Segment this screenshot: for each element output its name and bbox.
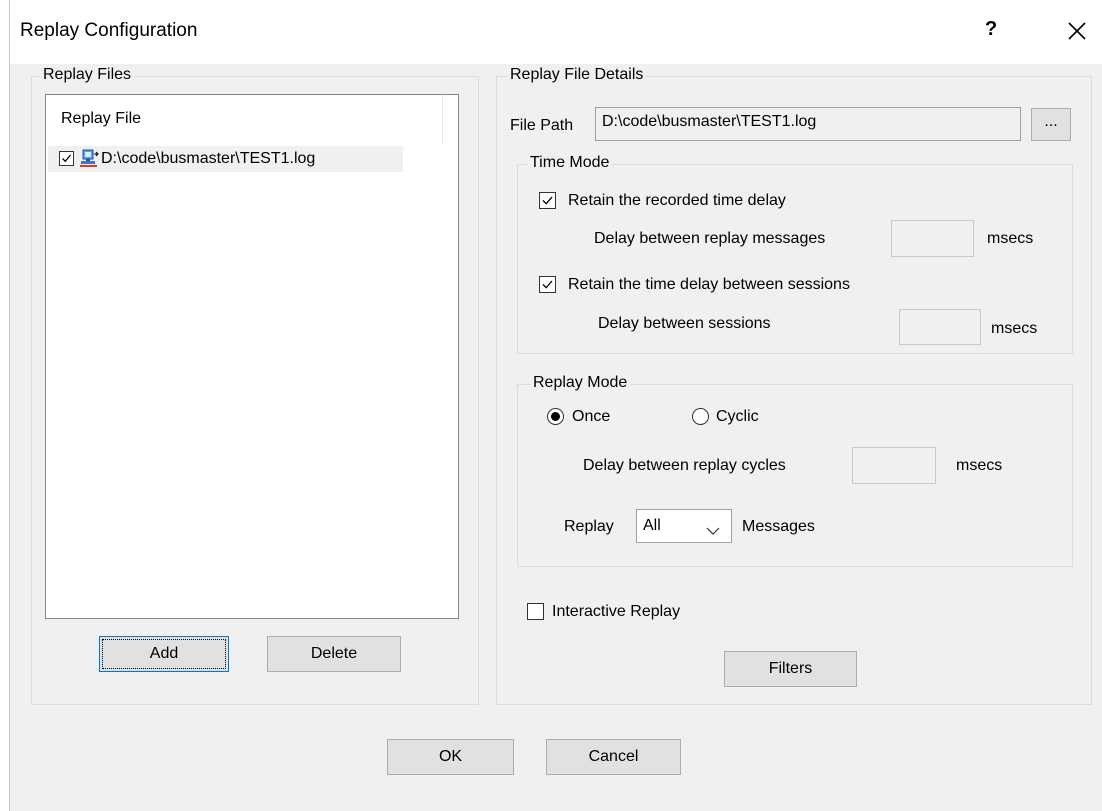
cancel-button-label: Cancel xyxy=(588,748,639,765)
replay-messages-select[interactable]: All xyxy=(636,509,732,543)
delete-button-label: Delete xyxy=(310,645,358,662)
once-radio[interactable] xyxy=(547,408,564,425)
column-header-replay-file[interactable]: Replay File xyxy=(46,95,443,143)
add-button[interactable]: Add xyxy=(99,636,229,672)
delay-sessions-input[interactable] xyxy=(899,309,981,345)
window-left-edge xyxy=(0,0,9,811)
file-enable-checkbox[interactable] xyxy=(59,151,74,166)
messages-label: Messages xyxy=(742,518,815,535)
retain-recorded-delay-checkbox[interactable] xyxy=(539,192,556,209)
delete-button[interactable]: Delete xyxy=(267,636,401,672)
delay-sessions-label: Delay between sessions xyxy=(598,315,771,332)
cyclic-label: Cyclic xyxy=(716,408,759,425)
close-icon[interactable] xyxy=(1066,20,1088,42)
ok-button[interactable]: OK xyxy=(387,739,514,775)
interactive-replay-label: Interactive Replay xyxy=(552,603,681,620)
help-button[interactable]: ? xyxy=(985,18,997,41)
delay-sessions-unit: msecs xyxy=(991,320,1038,337)
time-mode-legend: Time Mode xyxy=(527,154,613,172)
browse-button-label: ... xyxy=(1044,112,1058,130)
cyclic-radio[interactable] xyxy=(692,408,709,425)
retain-session-delay-label: Retain the time delay between sessions xyxy=(568,276,850,293)
replay-mode-legend: Replay Mode xyxy=(530,374,631,392)
cancel-button[interactable]: Cancel xyxy=(546,739,681,775)
filters-button-label: Filters xyxy=(768,660,813,677)
retain-recorded-delay-label: Retain the recorded time delay xyxy=(568,192,786,209)
add-button-label: Add xyxy=(149,645,179,662)
retain-session-delay-checkbox[interactable] xyxy=(539,276,556,293)
replay-file-list[interactable]: Replay File D:\code\busmaster\TEST1.log xyxy=(45,94,459,619)
replay-select-label: Replay xyxy=(564,518,614,535)
chevron-down-icon xyxy=(706,521,720,541)
delay-messages-label: Delay between replay messages xyxy=(594,230,826,247)
delay-cycles-label: Delay between replay cycles xyxy=(583,457,786,474)
interactive-replay-checkbox[interactable] xyxy=(527,603,544,620)
window-left-border xyxy=(9,0,10,811)
file-path-label: File Path xyxy=(510,117,574,134)
filters-button[interactable]: Filters xyxy=(724,651,857,687)
replay-files-legend: Replay Files xyxy=(40,66,135,84)
column-header-label: Replay File xyxy=(61,110,142,127)
ok-button-label: OK xyxy=(438,748,463,765)
replay-file-details-legend: Replay File Details xyxy=(507,66,647,84)
replay-messages-select-value: All xyxy=(643,517,661,534)
window-title: Replay Configuration xyxy=(20,20,198,41)
title-bar: Replay Configuration ? xyxy=(10,0,1102,64)
delay-cycles-input[interactable] xyxy=(852,447,936,484)
delay-messages-unit: msecs xyxy=(987,230,1034,247)
file-path-field[interactable]: D:\code\busmaster\TEST1.log xyxy=(595,107,1021,141)
replay-file-icon xyxy=(79,148,99,173)
delay-cycles-unit: msecs xyxy=(956,457,1003,474)
once-label: Once xyxy=(572,408,611,425)
delay-messages-input[interactable] xyxy=(891,220,974,257)
browse-button[interactable]: ... xyxy=(1031,108,1071,141)
replay-file-path: D:\code\busmaster\TEST1.log xyxy=(101,150,316,167)
list-item[interactable]: D:\code\busmaster\TEST1.log xyxy=(48,146,403,172)
